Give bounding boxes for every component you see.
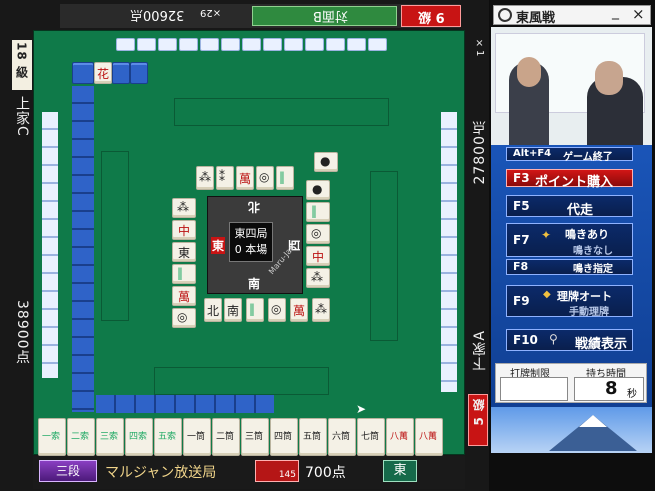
top-player-multiplier: ×29 — [200, 7, 222, 18]
hand-tile[interactable]: 一索 — [38, 418, 66, 456]
magnifier-icon: ⚲ — [549, 332, 558, 346]
top-player-rank: 9 級 — [401, 5, 461, 27]
top-player-score: 32600点 — [130, 7, 185, 22]
hand-tile[interactable]: 三索 — [96, 418, 124, 456]
left-player-name: 上家C — [14, 96, 30, 137]
center-wind-north: 北 — [248, 200, 261, 214]
mount-fuji-art — [491, 407, 652, 453]
window-title: 東風戦 — [516, 11, 556, 26]
window-icon — [498, 8, 512, 22]
top-player-name: 対面B — [313, 8, 348, 23]
time-left-unit: 秒 — [627, 389, 637, 400]
hand-tile[interactable]: 八萬 — [386, 418, 414, 456]
top-player-name-plate: 対面B — [252, 6, 397, 26]
mahjong-screen: 32600点 ×29 対面B 9 級 花 18 級 上家C 38900点 ×1 … — [0, 0, 655, 491]
hand-tile[interactable]: 五筒 — [299, 418, 327, 456]
round-name: 東四局 — [234, 227, 268, 240]
self-player-name: マルジャン放送局 — [105, 465, 217, 481]
hand-tile[interactable]: 八萬 — [415, 418, 443, 456]
person-left-head — [517, 57, 541, 87]
hand-tile[interactable]: 四索 — [125, 418, 153, 456]
left-wall-stripes — [72, 86, 94, 412]
hand-tile[interactable]: 一筒 — [183, 418, 211, 456]
time-left-value-box: 8 秒 — [574, 377, 644, 401]
inner-border-top — [174, 98, 389, 126]
hand-tile[interactable]: 二索 — [67, 418, 95, 456]
inner-border-right — [370, 171, 398, 341]
stats-button[interactable]: F10 ⚲ 戦績表示 — [506, 329, 633, 352]
hand-tile[interactable]: 四筒 — [270, 418, 298, 456]
time-left-seconds: 8 — [605, 378, 618, 399]
point-purchase-button[interactable]: F3 ポイント購入 — [506, 169, 633, 190]
hand-tile[interactable]: 五索 — [154, 418, 182, 456]
action-buttons-area: Alt+F4 ゲーム終了 F3 ポイント購入 F5 代走 F7 ✦ 鳴きあり 鳴… — [491, 145, 652, 453]
call-toggle-button[interactable]: F7 ✦ 鳴きあり 鳴きなし — [506, 223, 633, 257]
self-dan-badge: 三段 — [39, 460, 97, 482]
right-player-name: 下家A — [472, 330, 488, 371]
discard-limit-value — [500, 377, 568, 401]
close-button[interactable]: × — [632, 5, 645, 23]
call-specify-button[interactable]: F8 鳴き指定 — [506, 259, 633, 275]
right-player-rank: 5 級 — [468, 394, 488, 446]
sort-toggle-button[interactable]: F9 ◆ 理牌オート 手動理牌 — [506, 285, 633, 318]
inner-border-bottom — [154, 367, 329, 395]
self-seat-wind: 東 — [383, 460, 417, 482]
left-dora-tile: 花 — [94, 62, 112, 84]
window-title-bar: 東風戦 _ × — [493, 4, 651, 26]
bird-icon: ✦ — [541, 228, 552, 242]
left-player-rank: 18 級 — [12, 40, 32, 90]
self-player-bar: 三段 マルジャン放送局 145 700点 東 — [33, 456, 465, 489]
auto-play-button[interactable]: F5 代走 — [506, 195, 633, 218]
hand-tile[interactable]: 二筒 — [212, 418, 240, 456]
right-player-multiplier: ×1 — [474, 38, 485, 58]
self-bonus-badge: 145 — [255, 460, 299, 482]
minimize-button[interactable]: _ — [612, 4, 619, 20]
hand-tile[interactable]: 六筒 — [328, 418, 356, 456]
right-player-score: 27800点 — [472, 120, 488, 185]
diamond-icon: ◆ — [543, 289, 551, 300]
center-wind-south: 南 — [248, 277, 261, 291]
bottom-wall — [96, 395, 274, 413]
timer-box: 打牌制限 持ち時間 8 秒 — [495, 363, 647, 403]
mouse-cursor-icon: ➤ — [356, 402, 367, 416]
hand-tile[interactable]: 七筒 — [357, 418, 385, 456]
person-right-head — [595, 61, 623, 95]
center-wind-east: 東 — [211, 237, 226, 254]
honba-count: 0 本場 — [234, 243, 268, 256]
hand-tile[interactable]: 三筒 — [241, 418, 269, 456]
quit-game-button[interactable]: Alt+F4 ゲーム終了 — [506, 147, 633, 163]
webcam-feed — [491, 27, 652, 145]
round-indicator: 東四局 0 本場 — [229, 222, 273, 262]
inner-border-left — [101, 151, 129, 321]
top-player-bar: 32600点 ×29 対面B — [60, 4, 460, 28]
left-player-hand-backs — [42, 112, 58, 378]
right-player-hand-backs — [441, 112, 457, 392]
left-player-score: 38900点 — [14, 300, 30, 365]
self-player-score: 700点 — [305, 465, 346, 481]
